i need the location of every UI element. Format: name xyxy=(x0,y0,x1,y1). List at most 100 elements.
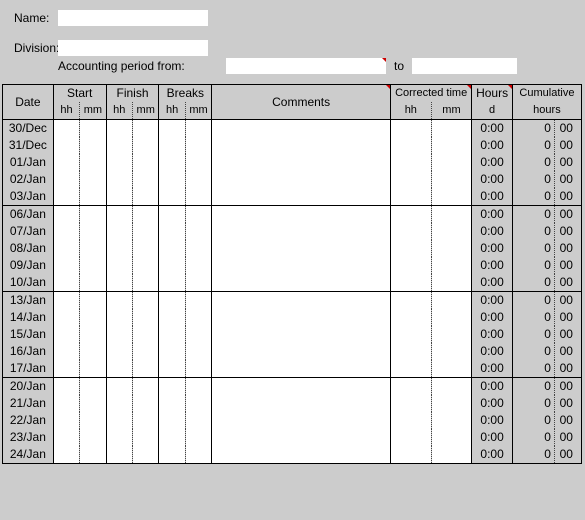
cell-corr-mm[interactable] xyxy=(431,120,472,138)
cell-comments[interactable] xyxy=(212,223,391,240)
cell-corr-hh[interactable] xyxy=(391,274,432,292)
cell-comments[interactable] xyxy=(212,395,391,412)
cell-breaks-hh[interactable] xyxy=(159,343,185,360)
cell-corr-hh[interactable] xyxy=(391,188,432,206)
cell-corr-hh[interactable] xyxy=(391,171,432,188)
cell-comments[interactable] xyxy=(212,171,391,188)
cell-finish-mm[interactable] xyxy=(133,223,159,240)
cell-start-hh[interactable] xyxy=(53,257,79,274)
cell-finish-mm[interactable] xyxy=(133,137,159,154)
cell-breaks-hh[interactable] xyxy=(159,137,185,154)
cell-breaks-hh[interactable] xyxy=(159,446,185,464)
cell-corr-mm[interactable] xyxy=(431,274,472,292)
cell-breaks-hh[interactable] xyxy=(159,429,185,446)
cell-start-mm[interactable] xyxy=(80,446,106,464)
cell-corr-mm[interactable] xyxy=(431,257,472,274)
cell-finish-hh[interactable] xyxy=(106,223,132,240)
cell-corr-mm[interactable] xyxy=(431,171,472,188)
cell-start-mm[interactable] xyxy=(80,343,106,360)
cell-start-mm[interactable] xyxy=(80,360,106,378)
cell-breaks-mm[interactable] xyxy=(185,240,211,257)
cell-start-hh[interactable] xyxy=(53,446,79,464)
cell-breaks-mm[interactable] xyxy=(185,412,211,429)
cell-comments[interactable] xyxy=(212,292,391,310)
cell-corr-mm[interactable] xyxy=(431,154,472,171)
cell-finish-hh[interactable] xyxy=(106,154,132,171)
cell-start-mm[interactable] xyxy=(80,240,106,257)
cell-comments[interactable] xyxy=(212,137,391,154)
cell-corr-mm[interactable] xyxy=(431,292,472,310)
cell-finish-mm[interactable] xyxy=(133,446,159,464)
cell-corr-mm[interactable] xyxy=(431,223,472,240)
cell-finish-mm[interactable] xyxy=(133,274,159,292)
cell-start-mm[interactable] xyxy=(80,292,106,310)
cell-start-mm[interactable] xyxy=(80,206,106,224)
cell-corr-mm[interactable] xyxy=(431,326,472,343)
cell-breaks-hh[interactable] xyxy=(159,309,185,326)
cell-start-hh[interactable] xyxy=(53,120,79,138)
cell-start-mm[interactable] xyxy=(80,274,106,292)
name-input[interactable] xyxy=(58,10,208,26)
cell-finish-mm[interactable] xyxy=(133,171,159,188)
cell-breaks-mm[interactable] xyxy=(185,188,211,206)
cell-corr-hh[interactable] xyxy=(391,378,432,396)
cell-comments[interactable] xyxy=(212,429,391,446)
cell-breaks-mm[interactable] xyxy=(185,292,211,310)
cell-corr-hh[interactable] xyxy=(391,326,432,343)
period-from-input[interactable] xyxy=(226,58,386,74)
cell-finish-hh[interactable] xyxy=(106,378,132,396)
cell-corr-mm[interactable] xyxy=(431,137,472,154)
cell-breaks-hh[interactable] xyxy=(159,360,185,378)
cell-finish-mm[interactable] xyxy=(133,343,159,360)
cell-corr-hh[interactable] xyxy=(391,137,432,154)
cell-start-hh[interactable] xyxy=(53,206,79,224)
cell-finish-hh[interactable] xyxy=(106,240,132,257)
cell-corr-hh[interactable] xyxy=(391,412,432,429)
cell-comments[interactable] xyxy=(212,188,391,206)
cell-finish-hh[interactable] xyxy=(106,412,132,429)
cell-start-mm[interactable] xyxy=(80,171,106,188)
cell-finish-mm[interactable] xyxy=(133,257,159,274)
cell-finish-mm[interactable] xyxy=(133,154,159,171)
cell-comments[interactable] xyxy=(212,326,391,343)
cell-start-mm[interactable] xyxy=(80,154,106,171)
cell-finish-mm[interactable] xyxy=(133,309,159,326)
cell-corr-mm[interactable] xyxy=(431,206,472,224)
cell-finish-mm[interactable] xyxy=(133,395,159,412)
cell-comments[interactable] xyxy=(212,120,391,138)
cell-corr-hh[interactable] xyxy=(391,292,432,310)
cell-breaks-hh[interactable] xyxy=(159,223,185,240)
cell-breaks-mm[interactable] xyxy=(185,120,211,138)
cell-comments[interactable] xyxy=(212,343,391,360)
cell-start-hh[interactable] xyxy=(53,326,79,343)
cell-finish-mm[interactable] xyxy=(133,188,159,206)
cell-breaks-mm[interactable] xyxy=(185,206,211,224)
cell-breaks-mm[interactable] xyxy=(185,137,211,154)
cell-breaks-hh[interactable] xyxy=(159,171,185,188)
cell-start-mm[interactable] xyxy=(80,188,106,206)
cell-comments[interactable] xyxy=(212,240,391,257)
cell-start-hh[interactable] xyxy=(53,395,79,412)
cell-start-hh[interactable] xyxy=(53,309,79,326)
cell-finish-mm[interactable] xyxy=(133,412,159,429)
cell-comments[interactable] xyxy=(212,257,391,274)
cell-start-mm[interactable] xyxy=(80,326,106,343)
cell-corr-hh[interactable] xyxy=(391,223,432,240)
cell-comments[interactable] xyxy=(212,378,391,396)
cell-corr-mm[interactable] xyxy=(431,240,472,257)
cell-corr-hh[interactable] xyxy=(391,395,432,412)
cell-finish-hh[interactable] xyxy=(106,360,132,378)
cell-corr-mm[interactable] xyxy=(431,188,472,206)
cell-breaks-mm[interactable] xyxy=(185,446,211,464)
cell-finish-hh[interactable] xyxy=(106,257,132,274)
cell-start-hh[interactable] xyxy=(53,360,79,378)
cell-breaks-mm[interactable] xyxy=(185,343,211,360)
cell-finish-mm[interactable] xyxy=(133,206,159,224)
cell-start-mm[interactable] xyxy=(80,429,106,446)
cell-corr-mm[interactable] xyxy=(431,429,472,446)
cell-finish-hh[interactable] xyxy=(106,137,132,154)
cell-start-mm[interactable] xyxy=(80,309,106,326)
cell-corr-hh[interactable] xyxy=(391,446,432,464)
cell-start-hh[interactable] xyxy=(53,378,79,396)
cell-breaks-hh[interactable] xyxy=(159,274,185,292)
